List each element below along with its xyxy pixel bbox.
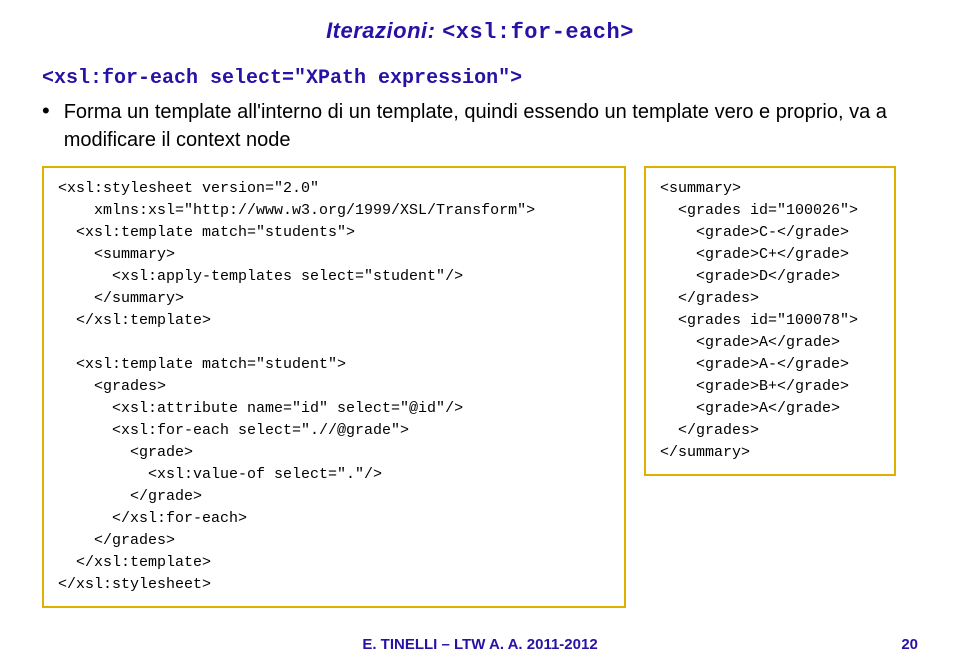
output-xml-box: <summary> <grades id="100026"> <grade>C-… [644,166,896,476]
title-tag: <xsl:for-each> [442,20,634,45]
title-prefix: Iterazioni: [326,18,442,43]
bullet-text: Forma un template all'interno di un temp… [64,98,918,154]
bullet-row: • Forma un template all'interno di un te… [42,98,918,154]
code-columns: <xsl:stylesheet version="2.0" xmlns:xsl=… [42,166,918,608]
slide-page: Iterazioni: <xsl:for-each> <xsl:for-each… [0,0,960,659]
xslt-source-code: <xsl:stylesheet version="2.0" xmlns:xsl=… [58,178,610,596]
footer-page-number: 20 [901,636,918,653]
output-xml-code: <summary> <grades id="100026"> <grade>C-… [660,178,880,464]
slide-title: Iterazioni: <xsl:for-each> [42,18,918,45]
xslt-source-box: <xsl:stylesheet version="2.0" xmlns:xsl=… [42,166,626,608]
footer-text: E. TINELLI – LTW A. A. 2011-2012 [362,636,597,653]
bullet-marker: • [42,98,50,124]
slide-footer: E. TINELLI – LTW A. A. 2011-2012 20 [0,636,960,653]
section-heading: <xsl:for-each select="XPath expression"> [42,67,918,90]
